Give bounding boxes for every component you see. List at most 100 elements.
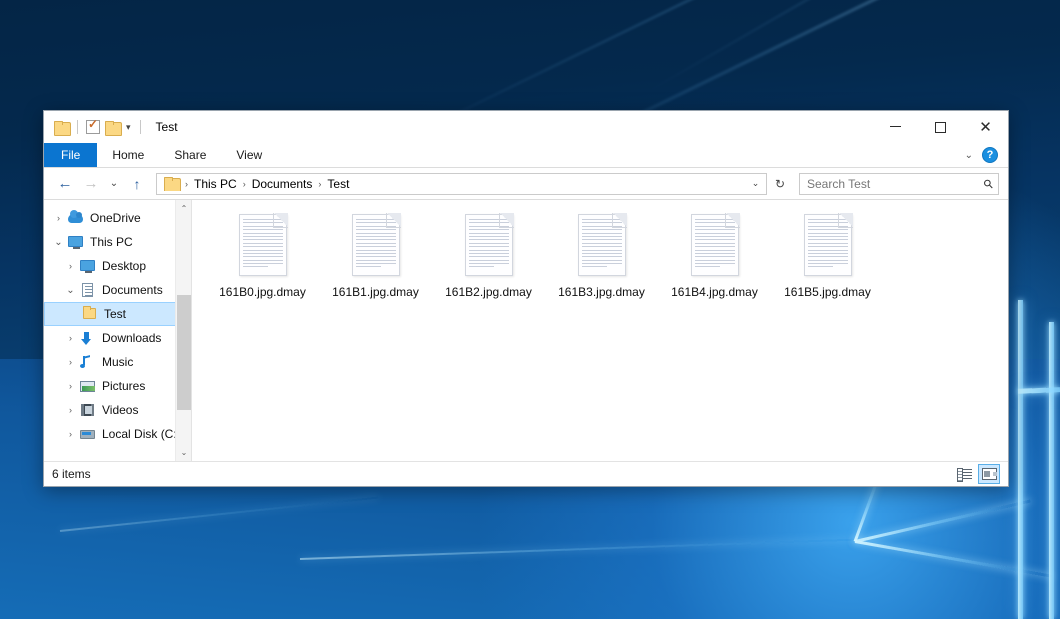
file-name: 161B5.jpg.dmay bbox=[784, 285, 871, 299]
file-name: 161B2.jpg.dmay bbox=[445, 285, 532, 299]
file-item[interactable]: 161B0.jpg.dmay bbox=[206, 210, 319, 303]
sidebar-item-label: Downloads bbox=[102, 331, 161, 345]
file-item[interactable]: 161B3.jpg.dmay bbox=[545, 210, 658, 303]
back-button[interactable]: ← bbox=[53, 172, 77, 196]
cloud-icon bbox=[67, 210, 84, 226]
file-item[interactable]: 161B4.jpg.dmay bbox=[658, 210, 771, 303]
status-bar: 6 items bbox=[44, 461, 1008, 486]
minimize-button[interactable] bbox=[873, 111, 918, 143]
toolbar-divider bbox=[140, 120, 141, 134]
maximize-icon bbox=[935, 122, 946, 133]
generic-file-icon bbox=[804, 214, 852, 276]
sidebar-scrollbar[interactable]: ⌃ ⌄ bbox=[175, 200, 191, 461]
download-icon bbox=[79, 330, 96, 346]
sidebar-item-label: Desktop bbox=[102, 259, 146, 273]
pictures-icon bbox=[79, 378, 96, 394]
quick-access-toolbar: ▾ bbox=[44, 120, 144, 134]
chevron-right-icon[interactable]: › bbox=[62, 381, 79, 391]
folder-tree: › OneDrive ⌄ This PC › Desktop ⌄ bbox=[44, 200, 191, 446]
windows-logo-pane-line bbox=[1049, 322, 1054, 619]
large-icons-view-icon bbox=[982, 468, 997, 480]
sidebar-item-test[interactable]: Test bbox=[44, 302, 191, 326]
chevron-right-icon[interactable]: › bbox=[62, 261, 79, 271]
tab-view[interactable]: View bbox=[221, 143, 277, 167]
sidebar-item-downloads[interactable]: › Downloads bbox=[44, 326, 191, 350]
sidebar-item-local-disk-c[interactable]: › Local Disk (C:) bbox=[44, 422, 191, 446]
folder-icon bbox=[81, 306, 98, 322]
file-item[interactable]: 161B2.jpg.dmay bbox=[432, 210, 545, 303]
chevron-down-icon[interactable]: ⌄ bbox=[50, 237, 67, 248]
search-placeholder: Search Test bbox=[807, 177, 984, 191]
chevron-right-icon[interactable]: › bbox=[62, 429, 79, 439]
chevron-right-icon[interactable]: › bbox=[62, 333, 79, 343]
chevron-right-icon[interactable]: › bbox=[62, 357, 79, 367]
breadcrumb-item-test[interactable]: Test bbox=[322, 177, 354, 191]
forward-button: → bbox=[79, 172, 103, 196]
tab-home[interactable]: Home bbox=[97, 143, 159, 167]
sidebar-item-label: This PC bbox=[90, 235, 133, 249]
details-view-button[interactable] bbox=[953, 464, 975, 484]
close-icon: ✕ bbox=[979, 120, 992, 135]
sidebar-item-label: OneDrive bbox=[90, 211, 141, 225]
ribbon-right-controls: ⌄ ? bbox=[965, 143, 1008, 167]
scrollbar-thumb[interactable] bbox=[177, 295, 191, 410]
refresh-button[interactable]: ↻ bbox=[769, 172, 791, 196]
chevron-right-icon[interactable]: › bbox=[50, 213, 67, 223]
music-icon bbox=[79, 354, 96, 370]
toolbar-divider bbox=[77, 120, 78, 134]
new-folder-icon[interactable] bbox=[105, 121, 120, 134]
file-grid: 161B0.jpg.dmay 161B1.jpg.dmay bbox=[206, 210, 1008, 303]
sidebar-item-label: Local Disk (C:) bbox=[102, 427, 181, 441]
folder-icon bbox=[164, 177, 179, 190]
file-name: 161B3.jpg.dmay bbox=[558, 285, 645, 299]
generic-file-icon bbox=[578, 214, 626, 276]
window-controls: ✕ bbox=[873, 111, 1008, 143]
up-button[interactable]: ↑ bbox=[125, 172, 149, 196]
view-mode-buttons bbox=[953, 464, 1000, 484]
file-item[interactable]: 161B1.jpg.dmay bbox=[319, 210, 432, 303]
ribbon-tab-bar: File Home Share View ⌄ ? bbox=[44, 143, 1008, 168]
details-view-icon bbox=[957, 468, 972, 480]
tab-share[interactable]: Share bbox=[159, 143, 221, 167]
large-icons-view-button[interactable] bbox=[978, 464, 1000, 484]
sidebar-item-this-pc[interactable]: ⌄ This PC bbox=[44, 230, 191, 254]
generic-file-icon bbox=[691, 214, 739, 276]
sidebar-item-videos[interactable]: › Videos bbox=[44, 398, 191, 422]
ribbon-spacer bbox=[277, 143, 964, 167]
maximize-button[interactable] bbox=[918, 111, 963, 143]
properties-icon[interactable] bbox=[86, 120, 100, 134]
navigation-pane: › OneDrive ⌄ This PC › Desktop ⌄ bbox=[44, 200, 192, 461]
breadcrumb-item-documents[interactable]: Documents bbox=[247, 177, 318, 191]
folder-icon[interactable] bbox=[54, 121, 69, 134]
address-bar-tools: ⌄ bbox=[747, 178, 764, 189]
explorer-body: › OneDrive ⌄ This PC › Desktop ⌄ bbox=[44, 199, 1008, 461]
scroll-up-icon[interactable]: ⌃ bbox=[176, 200, 192, 217]
sidebar-item-label: Pictures bbox=[102, 379, 145, 393]
sidebar-item-pictures[interactable]: › Pictures bbox=[44, 374, 191, 398]
close-button[interactable]: ✕ bbox=[963, 111, 1008, 143]
chevron-down-icon[interactable]: ▾ bbox=[125, 123, 132, 132]
help-icon[interactable]: ? bbox=[982, 147, 998, 163]
sidebar-item-music[interactable]: › Music bbox=[44, 350, 191, 374]
file-name: 161B4.jpg.dmay bbox=[671, 285, 758, 299]
scroll-down-icon[interactable]: ⌄ bbox=[176, 444, 192, 461]
file-list-pane[interactable]: 161B0.jpg.dmay 161B1.jpg.dmay bbox=[192, 200, 1008, 461]
video-icon bbox=[79, 402, 96, 418]
chevron-down-icon[interactable]: ⌄ bbox=[747, 178, 764, 189]
sidebar-item-label: Test bbox=[104, 307, 126, 321]
search-input[interactable]: Search Test ⚲ bbox=[799, 173, 999, 195]
file-item[interactable]: 161B5.jpg.dmay bbox=[771, 210, 884, 303]
chevron-down-icon[interactable]: ⌄ bbox=[965, 150, 973, 161]
sidebar-item-documents[interactable]: ⌄ Documents bbox=[44, 278, 191, 302]
generic-file-icon bbox=[465, 214, 513, 276]
window-title: Test bbox=[156, 120, 178, 134]
sidebar-item-desktop[interactable]: › Desktop bbox=[44, 254, 191, 278]
breadcrumb-item-this-pc[interactable]: This PC bbox=[189, 177, 242, 191]
address-bar[interactable]: › This PC › Documents › Test ⌄ bbox=[156, 173, 767, 195]
chevron-right-icon[interactable]: › bbox=[62, 405, 79, 415]
sidebar-item-onedrive[interactable]: › OneDrive bbox=[44, 206, 191, 230]
tab-file[interactable]: File bbox=[44, 143, 97, 167]
recent-locations-button[interactable]: ⌄ bbox=[105, 172, 123, 196]
file-name: 161B0.jpg.dmay bbox=[219, 285, 306, 299]
chevron-down-icon[interactable]: ⌄ bbox=[62, 285, 79, 296]
